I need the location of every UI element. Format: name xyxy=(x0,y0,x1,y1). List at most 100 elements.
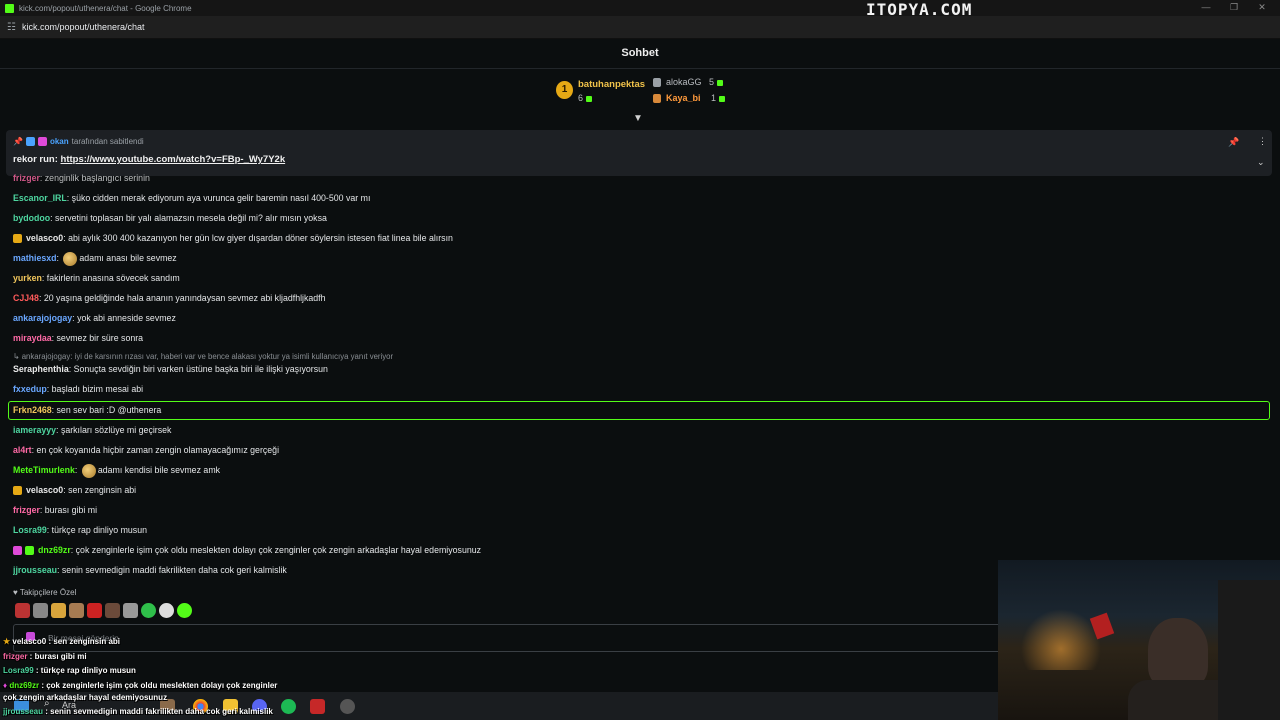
pinner-name[interactable]: okan xyxy=(50,137,69,146)
pinned-by-line: 📌 okan tarafından sabitlendi xyxy=(13,137,144,146)
emote-icon[interactable] xyxy=(87,603,102,618)
streamer-head xyxy=(1148,618,1208,688)
silver-rank-icon xyxy=(653,78,661,87)
chat-text: şüko cidden merak ediyorum aya vurunca g… xyxy=(71,193,371,203)
moderator-badge-icon xyxy=(25,137,35,146)
close-icon[interactable]: ✕ xyxy=(1248,0,1276,16)
chat-text: servetini toplasan bir yalı alamazsın me… xyxy=(55,213,327,223)
browser-title-bar: kick.com/popout/uthenera/chat - Google C… xyxy=(0,0,1280,19)
chat-username[interactable]: al4rt xyxy=(13,445,32,455)
pinned-message: 📌 okan tarafından sabitlendi rekor run: … xyxy=(6,130,1272,176)
chat-username[interactable]: Seraphenthia xyxy=(13,364,69,374)
obs-icon[interactable] xyxy=(340,699,355,714)
chat-text: şarkıları sözlüye mi geçirsek xyxy=(60,425,172,435)
unpin-icon[interactable]: 📌 xyxy=(1228,137,1239,148)
gift-icon xyxy=(586,95,593,102)
window-title: kick.com/popout/uthenera/chat - Google C… xyxy=(19,3,192,13)
overlay-username: velasco0 xyxy=(12,637,47,646)
chat-username[interactable]: mathiesxd xyxy=(13,253,57,263)
app-icon[interactable] xyxy=(310,699,325,714)
chat-message: miraydaa: sevmez bir süre sonra xyxy=(13,333,144,343)
emote-icon[interactable] xyxy=(159,603,174,618)
leaderboard-second-count: 5 xyxy=(709,77,724,87)
minimize-icon[interactable]: — xyxy=(1192,0,1220,16)
leaderboard-second-name[interactable]: alokaGG xyxy=(666,77,702,87)
emote-icon[interactable] xyxy=(177,603,192,618)
overlay-message: frizger : burası gibi mi xyxy=(3,652,87,661)
chat-username[interactable]: Escanor_IRL xyxy=(13,193,67,203)
chair xyxy=(1218,580,1280,720)
chat-message: Losra99: türkçe rap dinliyo musun xyxy=(13,525,147,535)
address-bar[interactable]: ☷ kick.com/popout/uthenera/chat xyxy=(0,16,1280,39)
leaderboard-third-name[interactable]: Kaya_bi xyxy=(666,93,701,103)
chat-username[interactable]: iamerayyy xyxy=(13,425,56,435)
emote-icon[interactable] xyxy=(69,603,84,618)
chat-username[interactable]: miraydaa xyxy=(13,333,52,343)
overlay-text: sen zenginsin abi xyxy=(53,637,121,646)
chat-username[interactable]: CJJ48 xyxy=(13,293,39,303)
emote-icon[interactable] xyxy=(33,603,48,618)
chat-username[interactable]: Losra99 xyxy=(13,525,47,535)
chat-username[interactable]: frizger xyxy=(13,505,40,515)
chat-text: en çok koyanıda hiçbir zaman zengin olam… xyxy=(36,445,280,455)
chat-text: yok abi anneside sevmez xyxy=(77,313,176,323)
emote-icon[interactable] xyxy=(15,603,30,618)
chat-text: adamı kendisi bile sevmez amk xyxy=(97,465,221,475)
sub-badge-icon xyxy=(13,486,22,496)
chat-message: Seraphenthia: Sonuçta sevdiğin biri vark… xyxy=(13,364,328,374)
reply-context[interactable]: ↳ ankarajojogay: iyi de karsının rızası … xyxy=(13,352,393,361)
chat-text: senin sevmedigin maddi fakrilikten daha … xyxy=(61,565,287,575)
emote-icon[interactable] xyxy=(51,603,66,618)
emote-icon[interactable] xyxy=(141,603,156,618)
city-lights xyxy=(1016,600,1106,670)
overlay-message: Losra99 : türkçe rap dinliyo musun xyxy=(3,666,136,675)
chat-username[interactable]: jjrousseau xyxy=(13,565,57,575)
chat-username[interactable]: frizger xyxy=(13,174,40,183)
pinned-label: rekor run: xyxy=(13,154,58,165)
more-options-icon[interactable]: ⋮ xyxy=(1258,136,1267,147)
sub-badge-icon xyxy=(13,234,22,244)
overlay-text: çok zenginlerle işim çok oldu meslekten … xyxy=(46,681,278,690)
leaderboard-first-name[interactable]: batuhanpektas xyxy=(578,79,645,90)
pinned-link[interactable]: https://www.youtube.com/watch?v=FBp-_Wy7… xyxy=(61,154,286,165)
mention-highlight xyxy=(8,401,1270,420)
chevron-down-icon[interactable]: ⌄ xyxy=(1257,157,1265,168)
chat-username[interactable]: ankarajojogay xyxy=(13,313,72,323)
overlay-message: jjrousseau : senin sevmedigin maddi fakr… xyxy=(3,707,273,716)
chat-text: sen zenginsin abi xyxy=(68,485,137,495)
emote-bar xyxy=(15,603,192,618)
chat-message: al4rt: en çok koyanıda hiçbir zaman zeng… xyxy=(13,445,280,455)
overlay-text: türkçe rap dinliyo musun xyxy=(40,666,136,675)
chat-message: Escanor_IRL: şüko cidden merak ediyorum … xyxy=(13,193,371,203)
overlay-username: jjrousseau xyxy=(3,707,44,716)
heart-icon: ♥ xyxy=(13,588,20,597)
chat-message: fxxedup: başladı bizim mesai abi xyxy=(13,384,144,394)
emote-icon[interactable] xyxy=(105,603,120,618)
sub-badge-icon xyxy=(37,137,47,146)
chat-username[interactable]: MeteTimurlenk xyxy=(13,465,75,475)
overlay-message: ♦ dnz69zr : çok zenginlerle işim çok old… xyxy=(3,681,278,690)
chat-text: zenginlik başlangıcı serinin xyxy=(44,174,150,183)
emote-icon xyxy=(63,251,78,266)
bronze-rank-icon xyxy=(653,94,661,103)
chat-username[interactable]: velasco0 xyxy=(26,485,63,495)
chat-message: CJJ48: 20 yaşına geldiğinde hala ananın … xyxy=(13,293,326,303)
site-settings-icon[interactable]: ☷ xyxy=(7,22,16,33)
chat-text: sevmez bir süre sonra xyxy=(56,333,144,343)
chat-username[interactable]: fxxedup xyxy=(13,384,47,394)
chat-username[interactable]: dnz69zr xyxy=(38,545,71,555)
emote-icon[interactable] xyxy=(123,603,138,618)
reply-arrow-icon: ↳ xyxy=(13,352,22,361)
collapse-leaderboard-icon[interactable]: ▼ xyxy=(633,113,643,124)
url-text[interactable]: kick.com/popout/uthenera/chat xyxy=(22,22,145,32)
chat-message: MeteTimurlenk: adamı kendisi bile sevmez… xyxy=(13,463,221,478)
chat-username[interactable]: yurken xyxy=(13,273,42,283)
chat-text: fakirlerin anasına sövecek sandım xyxy=(46,273,180,283)
stream-chat-overlay: ★ velasco0 : sen zenginsin abi frizger :… xyxy=(0,636,300,720)
maximize-icon[interactable]: ❐ xyxy=(1220,0,1248,16)
chat-username[interactable]: bydodoo xyxy=(13,213,50,223)
gift-icon xyxy=(719,95,726,102)
chat-username[interactable]: velasco0 xyxy=(26,233,63,243)
leaderboard-first-count: 6 xyxy=(578,93,593,103)
chat-title: Sohbet xyxy=(621,47,659,59)
